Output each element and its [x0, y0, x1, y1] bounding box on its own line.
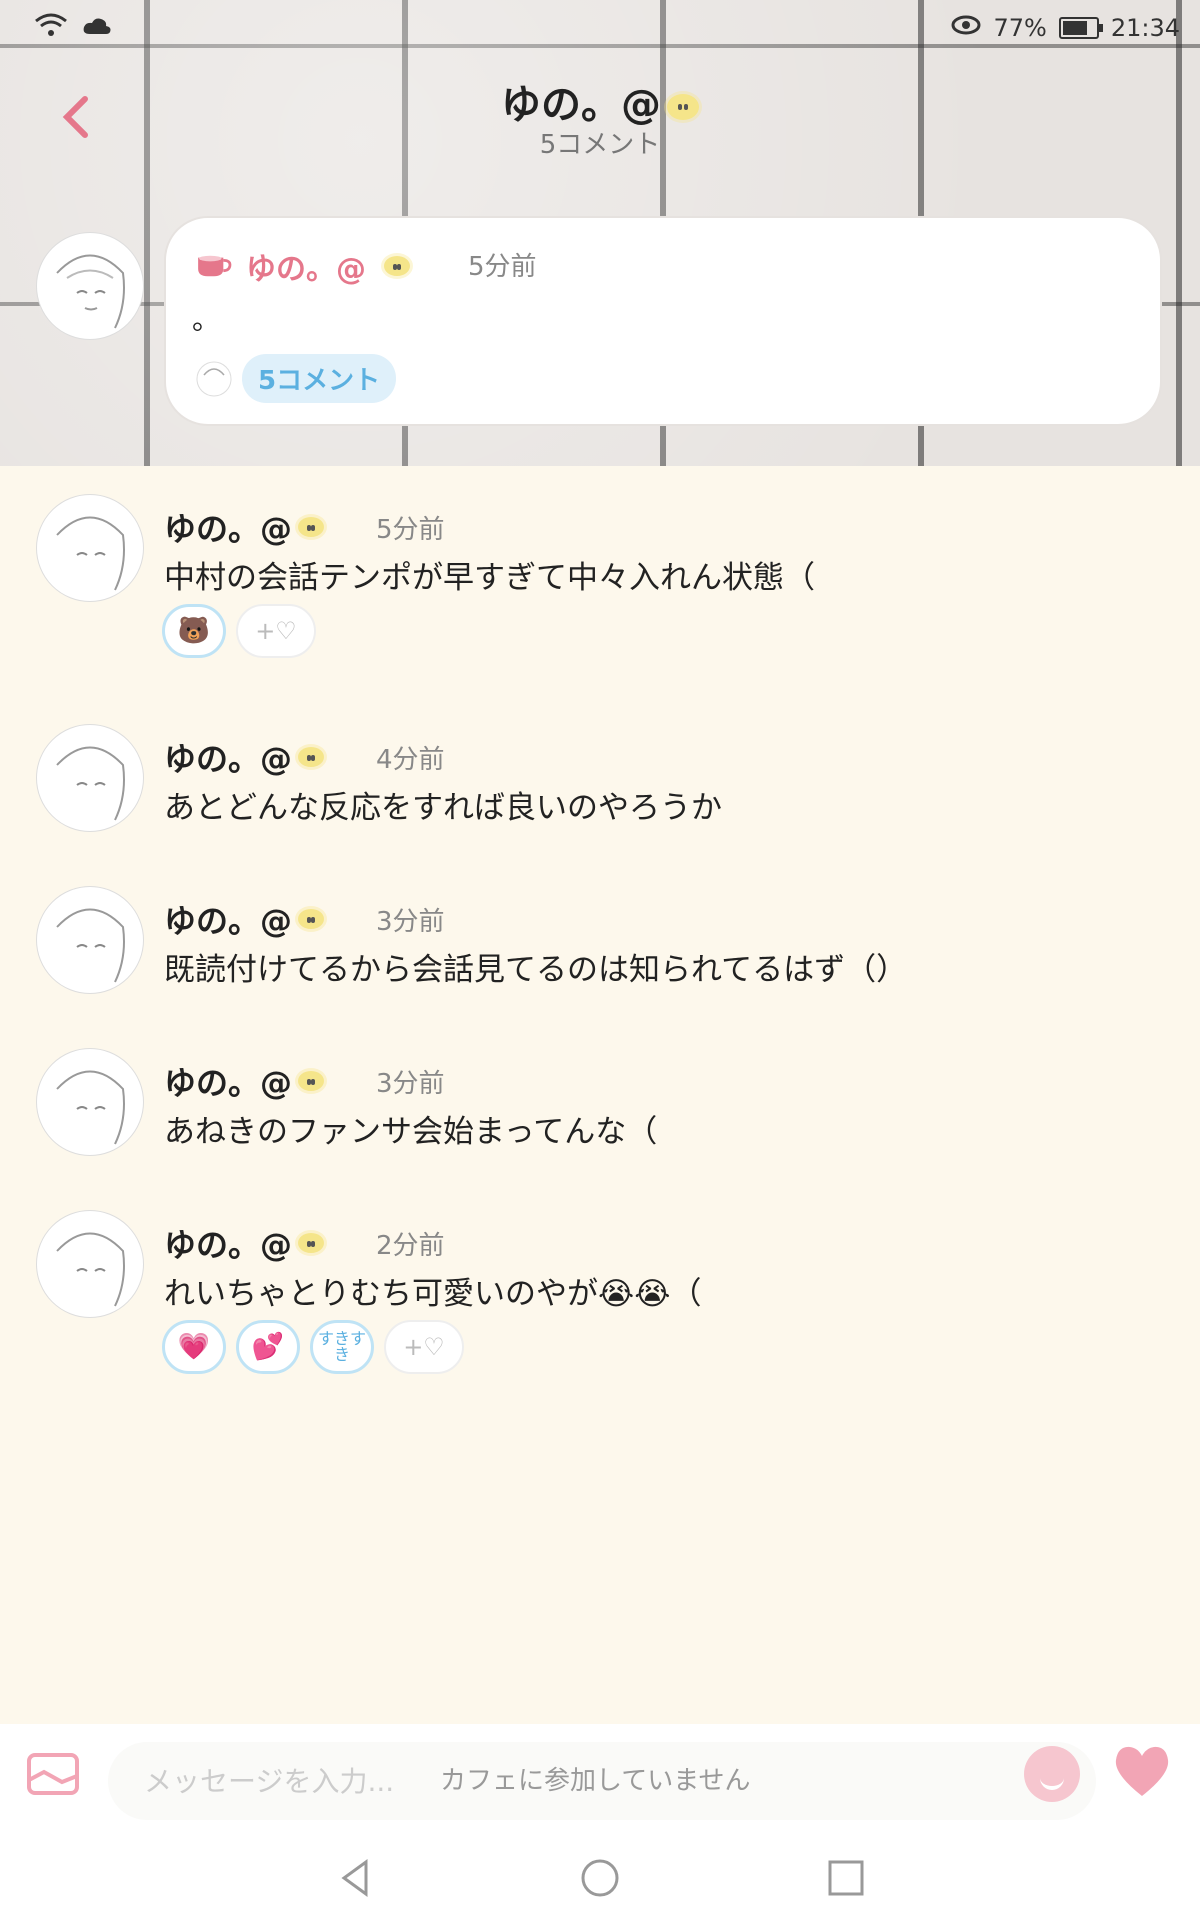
avatar[interactable] — [36, 724, 144, 832]
comment-author: ゆの。@ — [164, 902, 293, 940]
add-reaction-button[interactable]: +♡ — [384, 1320, 464, 1374]
face-emoji-icon — [298, 1071, 325, 1091]
anime-avatar-icon — [38, 1050, 142, 1154]
anime-avatar-icon — [38, 234, 142, 338]
reaction-bear[interactable]: 🐻 — [162, 604, 226, 658]
reaction-list: 🐻 +♡ — [162, 604, 316, 658]
nav-recent-button[interactable] — [824, 1856, 868, 1900]
page-title-text: ゆの。@ — [501, 82, 661, 128]
comment-time: 5分前 — [376, 514, 445, 545]
comment-time: 4分前 — [376, 744, 445, 775]
avatar[interactable] — [36, 886, 144, 994]
root-footer: 5コメント — [196, 354, 397, 403]
anime-avatar-icon — [38, 888, 142, 992]
anime-avatar-icon — [38, 726, 142, 830]
face-emoji-icon — [298, 1233, 325, 1253]
avatar[interactable] — [36, 232, 144, 340]
battery-icon — [1058, 17, 1103, 39]
heart-button[interactable] — [1112, 1744, 1172, 1812]
avatar[interactable] — [36, 1210, 144, 1318]
triangle-back-icon — [341, 1859, 368, 1897]
comment-text: 既読付けてるから会話見てるのは知られてるはず（） — [164, 952, 908, 988]
emoji-button[interactable] — [1024, 1746, 1080, 1802]
reaction-sukisuki[interactable]: すきすき — [310, 1320, 374, 1374]
comment-meta: ゆの。@ 2分前 — [164, 1220, 445, 1266]
battery-percent: 77% — [993, 14, 1047, 42]
square-recent-icon — [828, 1860, 864, 1896]
reaction-love-forever[interactable]: 💗 — [162, 1320, 226, 1374]
reaction-list: 💗 💕 すきすき +♡ — [162, 1320, 464, 1374]
comment-author: ゆの。@ — [164, 740, 293, 778]
comment-text: 中村の会話テンポが早すぎて中々入れん状態（ — [164, 560, 815, 596]
status-bar: 77% 21:34 — [0, 0, 1200, 56]
face-emoji-icon — [298, 747, 325, 767]
clock: 21:34 — [1110, 14, 1180, 42]
comments-pill[interactable]: 5コメント — [242, 354, 397, 403]
root-author-name: ゆの。@ — [246, 252, 366, 287]
add-reaction-button[interactable]: +♡ — [236, 604, 316, 658]
comment-time: 2分前 — [376, 1230, 445, 1261]
cup-icon — [198, 255, 232, 277]
circle-home-icon — [581, 1859, 619, 1897]
wifi-icon — [34, 12, 68, 44]
face-emoji-icon — [298, 517, 325, 537]
comment-count: 5コメント — [539, 130, 661, 160]
eye-icon — [951, 14, 981, 42]
comment-time: 3分前 — [376, 1068, 445, 1099]
image-icon — [27, 1753, 79, 1795]
not-member-notice: カフェに参加していません — [440, 1766, 751, 1796]
system-nav-bar — [0, 1834, 1200, 1920]
comment-text: あとどんな反応をすれば良いのやろうか — [164, 790, 722, 826]
mini-avatar-icon — [196, 361, 232, 396]
chevron-left-icon — [62, 96, 88, 138]
comment-text: あねきのファンサ会始まってんな（ — [164, 1114, 658, 1150]
face-emoji-icon — [298, 909, 325, 929]
anime-avatar-icon — [38, 496, 142, 600]
comment-meta: ゆの。@ 4分前 — [164, 734, 445, 780]
anime-avatar-icon — [38, 1212, 142, 1316]
face-emoji-icon — [384, 256, 410, 276]
face-emoji-icon — [667, 94, 699, 120]
comment-author: ゆの。@ — [164, 1226, 293, 1264]
comment-author: ゆの。@ — [164, 510, 293, 548]
comment-time: 3分前 — [376, 906, 445, 937]
comment-author: ゆの。@ — [164, 1064, 293, 1102]
avatar[interactable] — [36, 1048, 144, 1156]
nav-home-button[interactable] — [578, 1856, 622, 1900]
page-title: ゆの。@ — [400, 72, 800, 130]
header-background: 77% 21:34 ゆの。@ 5コメント ゆの。@ 5分前 。 5コメント — [0, 0, 1200, 466]
back-button[interactable] — [54, 92, 98, 142]
message-bar: カフェに参加していません — [0, 1724, 1200, 1834]
nav-back-button[interactable] — [334, 1856, 378, 1900]
comment-meta: ゆの。@ 3分前 — [164, 1058, 445, 1104]
heart-icon — [1115, 1746, 1169, 1796]
root-author: ゆの。@ — [194, 244, 410, 288]
root-post-card[interactable]: ゆの。@ 5分前 。 5コメント — [164, 216, 1162, 426]
cloud-icon — [82, 14, 112, 42]
comment-meta: ゆの。@ 3分前 — [164, 896, 445, 942]
root-time: 5分前 — [468, 252, 537, 282]
comment-meta: ゆの。@ 5分前 — [164, 504, 445, 550]
root-text: 。 — [192, 303, 221, 336]
reaction-hearts[interactable]: 💕 — [236, 1320, 300, 1374]
avatar[interactable] — [36, 494, 144, 602]
image-button[interactable] — [26, 1752, 80, 1796]
comment-text: れいちゃとりむち可愛いのやが😭😭（ — [164, 1276, 702, 1312]
